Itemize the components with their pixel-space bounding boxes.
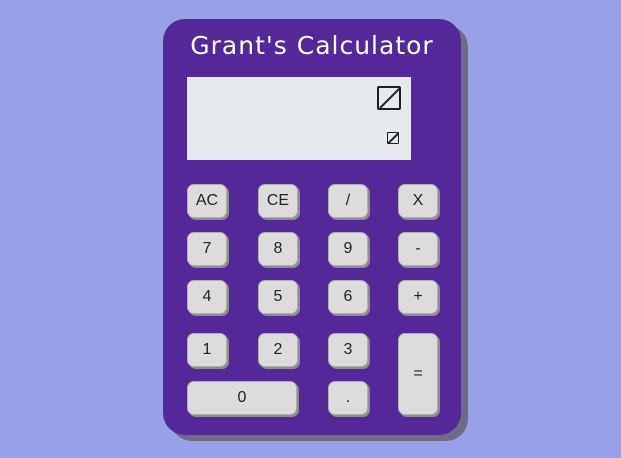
three-button[interactable]: 3: [328, 333, 368, 367]
four-button[interactable]: 4: [187, 280, 227, 314]
two-button[interactable]: 2: [258, 333, 298, 367]
subtract-button[interactable]: -: [398, 232, 438, 266]
previous-operand-placeholder-icon: [377, 86, 401, 110]
calculator-title: Grant's Calculator: [190, 31, 434, 60]
equals-button[interactable]: =: [398, 333, 438, 415]
five-button[interactable]: 5: [258, 280, 298, 314]
nine-button[interactable]: 9: [328, 232, 368, 266]
clear-entry-button[interactable]: CE: [258, 184, 298, 218]
eight-button[interactable]: 8: [258, 232, 298, 266]
divide-button[interactable]: /: [328, 184, 368, 218]
zero-button[interactable]: 0: [187, 381, 297, 415]
calculator: Grant's Calculator AC CE / X 7 8 9 - 4 5…: [163, 19, 461, 435]
seven-button[interactable]: 7: [187, 232, 227, 266]
multiply-button[interactable]: X: [398, 184, 438, 218]
display: [187, 77, 411, 160]
one-button[interactable]: 1: [187, 333, 227, 367]
six-button[interactable]: 6: [328, 280, 368, 314]
add-button[interactable]: +: [398, 280, 438, 314]
all-clear-button[interactable]: AC: [187, 184, 227, 218]
decimal-button[interactable]: .: [328, 381, 368, 415]
current-operand-placeholder-icon: [387, 132, 399, 144]
